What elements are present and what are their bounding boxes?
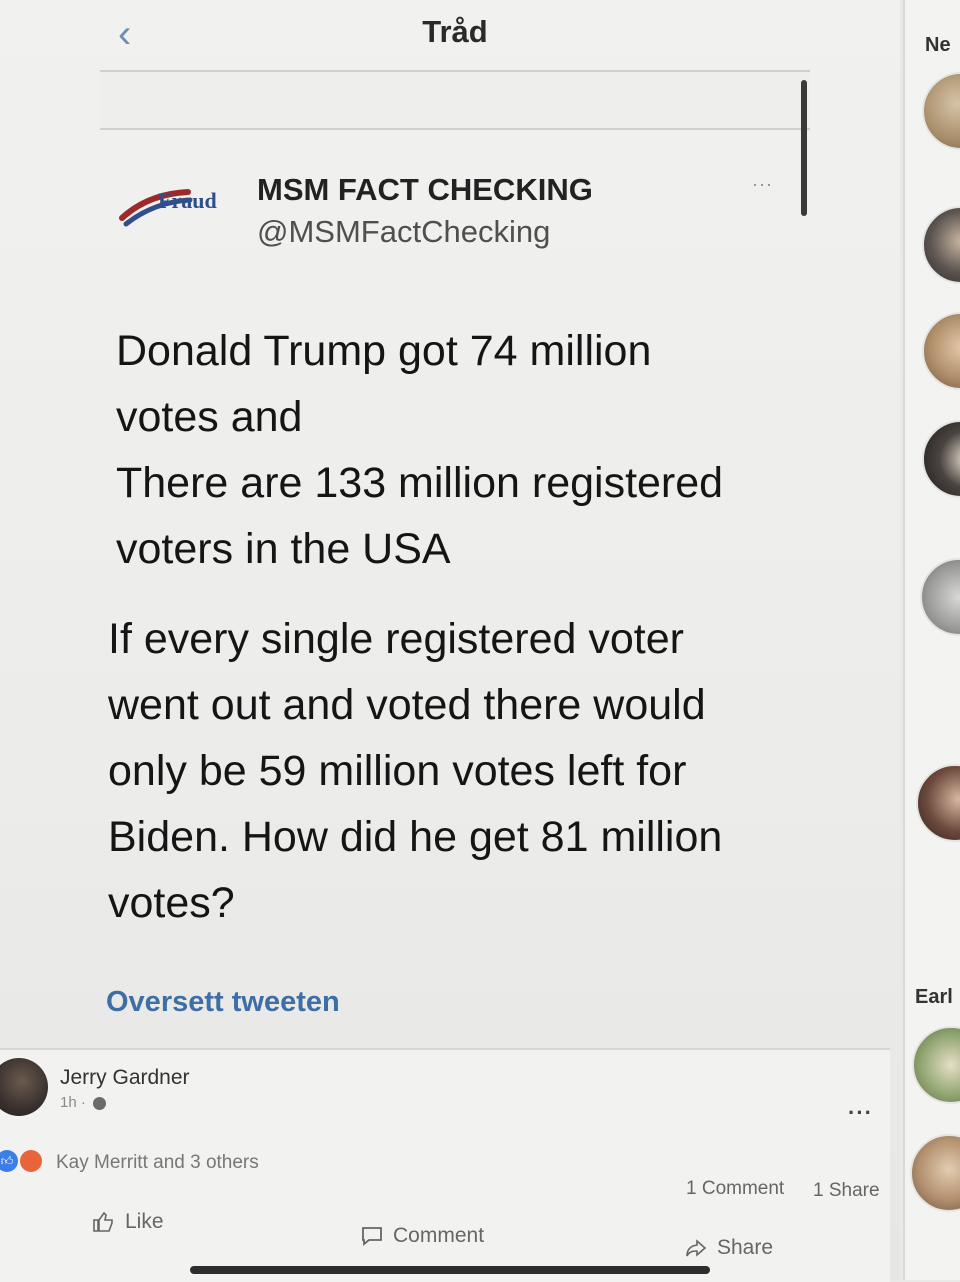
angry-reaction-icon bbox=[20, 1150, 42, 1172]
tweet-line: voters in the USA bbox=[116, 525, 451, 573]
globe-icon bbox=[93, 1096, 107, 1110]
tweet-line: If every single registered voter bbox=[108, 615, 684, 663]
tweet-line: Biden. How did he get 81 million bbox=[108, 813, 723, 861]
thumbs-up-icon bbox=[93, 1211, 113, 1232]
comment-icon bbox=[362, 1227, 382, 1246]
tweet-line: votes and bbox=[116, 393, 303, 441]
shares-count[interactable]: 1 Share bbox=[813, 1180, 880, 1202]
contacts-heading: Ne bbox=[925, 34, 951, 56]
back-button[interactable]: ‹ bbox=[118, 14, 158, 58]
share-button[interactable]: Share bbox=[684, 1236, 773, 1260]
post-time-text: 1h · bbox=[60, 1094, 86, 1111]
reactions-summary[interactable]: Kay Merritt and 3 others bbox=[56, 1152, 259, 1174]
tweet-paragraph-1: Donald Trump got 74 million votes and Th… bbox=[116, 318, 806, 582]
like-button[interactable]: Like bbox=[92, 1210, 164, 1234]
share-arrow-icon bbox=[686, 1239, 707, 1257]
author-name[interactable]: MSM FACT CHECKING bbox=[257, 172, 593, 208]
logo-text: Fraud bbox=[158, 188, 217, 213]
tweet-more-button[interactable]: ··· bbox=[752, 174, 773, 195]
translate-tweet-link[interactable]: Oversett tweeten bbox=[106, 986, 340, 1019]
more-dots-icon: ··· bbox=[752, 174, 773, 194]
post-more-button[interactable]: ··· bbox=[848, 1100, 873, 1126]
author-handle[interactable]: @MSMFactChecking bbox=[257, 214, 550, 250]
share-label: Share bbox=[717, 1236, 774, 1259]
like-label: Like bbox=[125, 1210, 164, 1233]
tweet-line: only be 59 million votes left for bbox=[108, 747, 687, 795]
page-title: Tråd bbox=[422, 14, 488, 49]
earlier-heading: Earl bbox=[915, 986, 953, 1008]
post-timestamp[interactable]: 1h · bbox=[60, 1094, 107, 1111]
comment-label: Comment bbox=[393, 1224, 485, 1247]
tweet-line: Donald Trump got 74 million bbox=[116, 327, 652, 375]
comment-button[interactable]: Comment bbox=[360, 1224, 484, 1248]
tweet-line: There are 133 million registered bbox=[116, 459, 724, 507]
header-divider bbox=[100, 70, 810, 130]
tweet-line: went out and voted there would bbox=[108, 681, 706, 729]
scrollbar[interactable] bbox=[801, 80, 807, 216]
chevron-left-icon: ‹ bbox=[118, 12, 132, 56]
tweet-paragraph-2: If every single registered voter went ou… bbox=[108, 606, 808, 936]
fraud-logo-avatar[interactable]: Fraud bbox=[118, 170, 240, 230]
tweet-line: votes? bbox=[108, 879, 235, 927]
comments-count[interactable]: 1 Comment bbox=[686, 1178, 784, 1200]
home-indicator bbox=[190, 1266, 710, 1274]
poster-name[interactable]: Jerry Gardner bbox=[60, 1066, 190, 1090]
more-dots-icon: ··· bbox=[848, 1100, 873, 1125]
